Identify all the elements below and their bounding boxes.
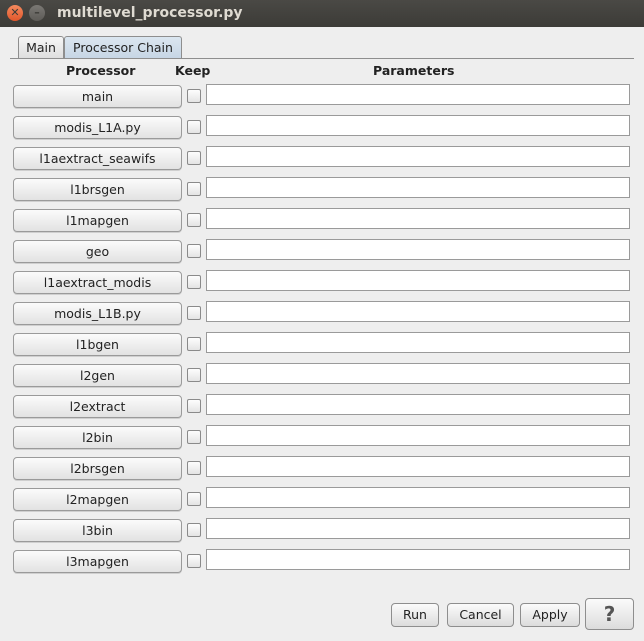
parameters-column-header: Parameters (373, 63, 455, 78)
parameters-input[interactable] (206, 456, 630, 477)
parameters-input[interactable] (206, 270, 630, 291)
processor-row: l1mapgen (0, 208, 644, 240)
processor-row: modis_L1A.py (0, 115, 644, 147)
window-title: multilevel_processor.py (57, 5, 243, 21)
minimize-icon[interactable]: – (29, 5, 45, 21)
close-icon[interactable]: ✕ (7, 5, 23, 21)
processor-row: l1aextract_seawifs (0, 146, 644, 178)
run-button[interactable]: Run (391, 603, 439, 627)
parameters-input[interactable] (206, 239, 630, 260)
parameters-input[interactable] (206, 115, 630, 136)
parameters-input[interactable] (206, 394, 630, 415)
processor-button[interactable]: l2gen (13, 364, 182, 387)
processor-button[interactable]: l3mapgen (13, 550, 182, 573)
keep-checkbox[interactable] (187, 182, 201, 196)
processor-row: geo (0, 239, 644, 271)
processor-row: l1aextract_modis (0, 270, 644, 302)
processor-row: l2mapgen (0, 487, 644, 519)
parameters-input[interactable] (206, 518, 630, 539)
keep-checkbox[interactable] (187, 120, 201, 134)
processor-row: l1bgen (0, 332, 644, 364)
title-bar: ✕ – multilevel_processor.py (0, 0, 644, 27)
parameters-input[interactable] (206, 425, 630, 446)
keep-checkbox[interactable] (187, 89, 201, 103)
keep-checkbox[interactable] (187, 430, 201, 444)
apply-button[interactable]: Apply (520, 603, 580, 627)
keep-checkbox[interactable] (187, 306, 201, 320)
keep-checkbox[interactable] (187, 523, 201, 537)
processor-button[interactable]: l2brsgen (13, 457, 182, 480)
processor-row: l2brsgen (0, 456, 644, 488)
processor-button[interactable]: l1mapgen (13, 209, 182, 232)
help-button[interactable]: ? (585, 598, 634, 630)
tab-processor-chain[interactable]: Processor Chain (64, 36, 182, 58)
tab-panel-border (10, 58, 634, 59)
processor-button[interactable]: l2bin (13, 426, 182, 449)
keep-checkbox[interactable] (187, 151, 201, 165)
processor-button[interactable]: l1bgen (13, 333, 182, 356)
keep-checkbox[interactable] (187, 368, 201, 382)
processor-button[interactable]: main (13, 85, 182, 108)
parameters-input[interactable] (206, 84, 630, 105)
processor-button[interactable]: l2extract (13, 395, 182, 418)
processor-column-header: Processor (66, 63, 136, 78)
keep-checkbox[interactable] (187, 461, 201, 475)
parameters-input[interactable] (206, 487, 630, 508)
tab-main[interactable]: Main (18, 36, 64, 58)
keep-checkbox[interactable] (187, 554, 201, 568)
parameters-input[interactable] (206, 208, 630, 229)
keep-checkbox[interactable] (187, 492, 201, 506)
parameters-input[interactable] (206, 301, 630, 322)
keep-checkbox[interactable] (187, 275, 201, 289)
processor-button[interactable]: l3bin (13, 519, 182, 542)
processor-row: l1brsgen (0, 177, 644, 209)
processor-row: l2extract (0, 394, 644, 426)
keep-checkbox[interactable] (187, 337, 201, 351)
processor-button[interactable]: modis_L1B.py (13, 302, 182, 325)
processor-row: l2bin (0, 425, 644, 457)
processor-row: main (0, 84, 644, 116)
parameters-input[interactable] (206, 177, 630, 198)
keep-checkbox[interactable] (187, 399, 201, 413)
processor-row: l3bin (0, 518, 644, 550)
processor-row: l2gen (0, 363, 644, 395)
keep-checkbox[interactable] (187, 213, 201, 227)
parameters-input[interactable] (206, 332, 630, 353)
keep-checkbox[interactable] (187, 244, 201, 258)
processor-button[interactable]: l2mapgen (13, 488, 182, 511)
processor-button[interactable]: l1brsgen (13, 178, 182, 201)
parameters-input[interactable] (206, 363, 630, 384)
app-window: ✕ – multilevel_processor.py Main Process… (0, 0, 644, 641)
processor-row: l3mapgen (0, 549, 644, 581)
keep-column-header: Keep (175, 63, 211, 78)
processor-button[interactable]: l1aextract_seawifs (13, 147, 182, 170)
processor-button[interactable]: l1aextract_modis (13, 271, 182, 294)
parameters-input[interactable] (206, 146, 630, 167)
processor-row: modis_L1B.py (0, 301, 644, 333)
processor-button[interactable]: geo (13, 240, 182, 263)
parameters-input[interactable] (206, 549, 630, 570)
cancel-button[interactable]: Cancel (447, 603, 514, 627)
processor-button[interactable]: modis_L1A.py (13, 116, 182, 139)
